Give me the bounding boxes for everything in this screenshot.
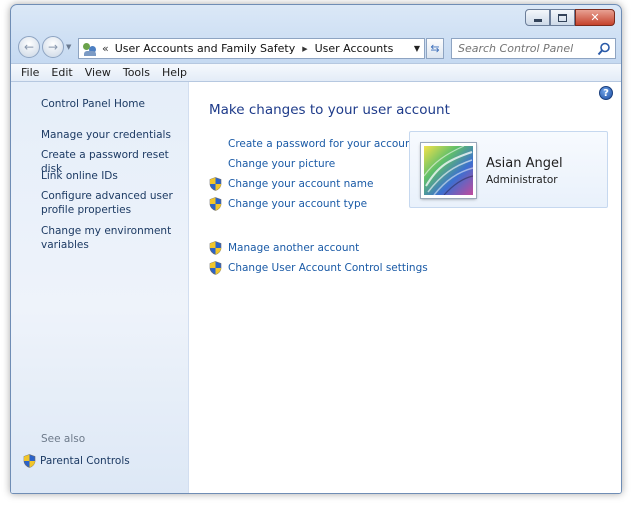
advanced-profile-properties-link[interactable]: Configure advanced user profile properti…	[41, 189, 181, 217]
uac-shield-icon	[23, 454, 36, 468]
main-pane: ? Make changes to your user account Crea…	[190, 82, 621, 493]
create-password-label: Create a password for your account	[228, 138, 416, 150]
account-tile: Asian Angel Administrator	[409, 131, 608, 208]
menu-view[interactable]: View	[79, 66, 117, 79]
change-account-name-label: Change your account name	[228, 178, 374, 190]
manage-another-account-label: Manage another account	[228, 242, 360, 254]
forward-arrow-icon: →	[47, 40, 59, 54]
recent-pages-dropdown-icon[interactable]: ▼	[66, 43, 71, 51]
caption-buttons: ✕	[525, 9, 615, 26]
help-icon[interactable]: ?	[599, 86, 613, 100]
account-name: Asian Angel	[486, 156, 563, 171]
page-title: Make changes to your user account	[209, 102, 450, 118]
change-account-name-link[interactable]: Change your account name	[209, 176, 373, 192]
link-online-ids-link[interactable]: Link online IDs	[41, 169, 181, 183]
see-also-heading: See also	[41, 433, 86, 445]
menu-bar: File Edit View Tools Help	[11, 63, 621, 82]
avatar-picture	[424, 146, 473, 195]
breadcrumb-overflow-icon[interactable]: «	[102, 42, 109, 55]
change-picture-label: Change your picture	[228, 158, 336, 170]
change-account-type-label: Change your account type	[228, 198, 368, 210]
breadcrumb-separator-icon[interactable]: ▶	[302, 45, 307, 53]
close-icon: ✕	[590, 11, 600, 24]
content-area: Control Panel Home Manage your credentia…	[11, 82, 621, 493]
back-arrow-icon: ←	[23, 40, 35, 54]
parental-controls-link[interactable]: Parental Controls	[23, 454, 130, 468]
uac-shield-icon	[209, 177, 222, 191]
parental-controls-label: Parental Controls	[40, 455, 130, 467]
uac-settings-label: Change User Account Control settings	[228, 262, 428, 274]
refresh-button[interactable]: ⇆	[426, 38, 444, 59]
create-password-link[interactable]: Create a password for your account	[209, 136, 416, 152]
close-button[interactable]: ✕	[575, 9, 615, 26]
refresh-icon: ⇆	[430, 42, 440, 55]
maximize-button[interactable]	[550, 9, 575, 26]
back-button[interactable]: ←	[18, 36, 40, 58]
navigation-bar: ← → ▼ « User Accounts and Family Safety …	[11, 32, 621, 64]
menu-tools[interactable]: Tools	[117, 66, 156, 79]
control-panel-home-link[interactable]: Control Panel Home	[41, 97, 181, 111]
user-accounts-icon	[82, 41, 98, 57]
maximize-icon	[558, 13, 567, 22]
manage-credentials-link[interactable]: Manage your credentials	[41, 128, 181, 142]
account-type: Administrator	[486, 174, 558, 186]
search-input[interactable]	[458, 42, 596, 55]
search-box[interactable]	[451, 38, 616, 59]
breadcrumb-user-accounts[interactable]: User Accounts	[315, 42, 394, 55]
manage-another-account-link[interactable]: Manage another account	[209, 240, 359, 256]
environment-variables-link[interactable]: Change my environment variables	[41, 224, 181, 252]
change-picture-link[interactable]: Change your picture	[209, 156, 335, 172]
uac-settings-link[interactable]: Change User Account Control settings	[209, 260, 428, 276]
minimize-button[interactable]	[525, 9, 550, 26]
menu-edit[interactable]: Edit	[45, 66, 78, 79]
control-panel-window: ✕ ← → ▼ « User Accounts and Family Safet…	[10, 4, 622, 494]
address-dropdown-icon[interactable]: ▼	[410, 44, 424, 53]
minimize-icon	[533, 18, 542, 22]
breadcrumb-user-accounts-family-safety[interactable]: User Accounts and Family Safety	[115, 42, 295, 55]
avatar[interactable]	[420, 142, 477, 199]
forward-button[interactable]: →	[42, 36, 64, 58]
search-icon[interactable]	[597, 42, 611, 56]
uac-shield-icon	[209, 197, 222, 211]
uac-shield-icon	[209, 241, 222, 255]
address-bar[interactable]: « User Accounts and Family Safety ▶ User…	[78, 38, 425, 59]
change-account-type-link[interactable]: Change your account type	[209, 196, 367, 212]
task-pane: Control Panel Home Manage your credentia…	[11, 82, 189, 493]
menu-file[interactable]: File	[15, 66, 45, 79]
uac-shield-icon	[209, 261, 222, 275]
menu-help[interactable]: Help	[156, 66, 193, 79]
